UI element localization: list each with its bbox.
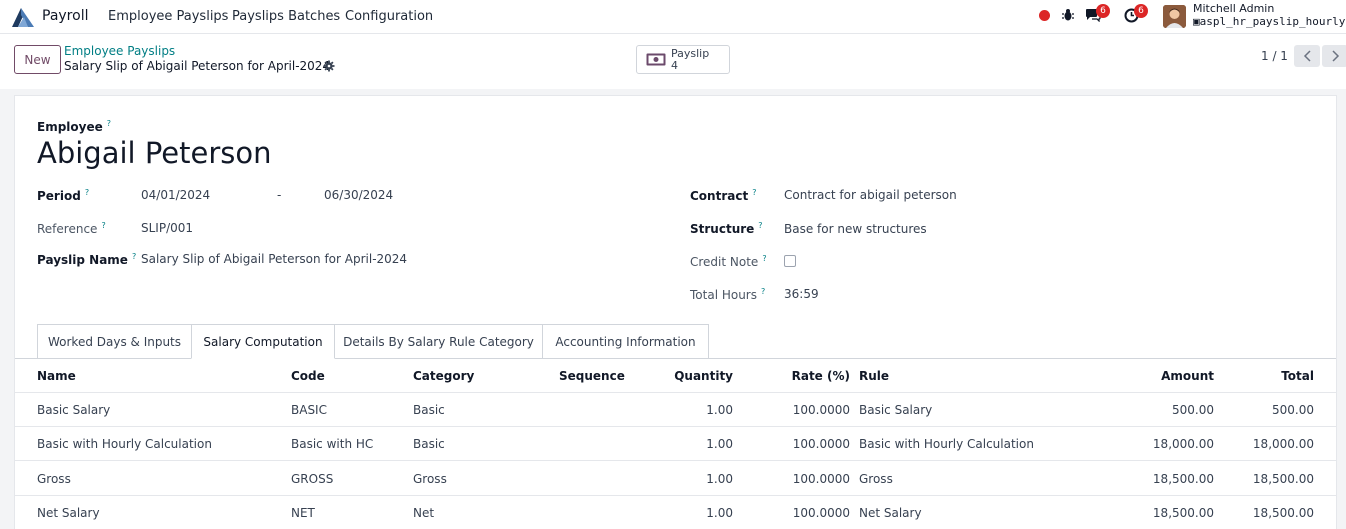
cell-rule: Net Salary [859, 506, 922, 520]
column-header-code[interactable]: Code [291, 369, 325, 383]
database-name: ▣aspl_hr_payslip_hourly [1193, 15, 1346, 28]
employee-label: Employee? [37, 119, 111, 134]
table-row-divider [15, 495, 1336, 496]
cell-rule: Basic with Hourly Calculation [859, 437, 1034, 451]
breadcrumb-employee-payslips[interactable]: Employee Payslips [64, 44, 175, 58]
help-tooltip[interactable]: ? [101, 221, 105, 230]
help-tooltip[interactable]: ? [758, 221, 762, 230]
payslip-smart-button[interactable]: Payslip 4 [636, 45, 730, 74]
user-name[interactable]: Mitchell Admin [1193, 2, 1274, 15]
structure-label: Structure? [690, 221, 763, 236]
column-header-name[interactable]: Name [37, 369, 76, 383]
menu-configuration[interactable]: Configuration [345, 9, 433, 24]
column-header-sequence[interactable]: Sequence [559, 369, 625, 383]
period-separator: - [277, 188, 282, 202]
credit-note-checkbox[interactable] [784, 255, 796, 267]
user-avatar[interactable] [1163, 5, 1186, 28]
structure-field[interactable]: Base for new structures [784, 222, 927, 236]
database-icon: ▣ [1193, 15, 1200, 28]
cell-name: Gross [37, 472, 71, 486]
cell-rate: 100.0000 [792, 437, 850, 451]
new-button[interactable]: New [14, 45, 61, 74]
cell-rule: Basic Salary [859, 403, 933, 417]
help-tooltip[interactable]: ? [752, 188, 756, 197]
pager-previous-button[interactable] [1294, 45, 1320, 67]
help-tooltip[interactable]: ? [761, 287, 765, 296]
cell-category: Net [413, 506, 435, 520]
chevron-right-icon [1331, 50, 1339, 62]
cell-rate: 100.0000 [792, 472, 850, 486]
total-hours-label: Total Hours? [690, 287, 766, 302]
debug-bug-icon[interactable] [1061, 8, 1075, 22]
cell-quantity: 1.00 [706, 437, 733, 451]
reference-label: Reference? [37, 221, 106, 236]
credit-note-label: Credit Note? [690, 254, 767, 269]
pager-value[interactable]: 1 / 1 [1261, 49, 1288, 63]
chevron-left-icon [1303, 50, 1311, 62]
help-tooltip[interactable]: ? [762, 254, 766, 263]
payslip-name-label: Payslip Name? [37, 252, 137, 267]
cell-rule: Gross [859, 472, 893, 486]
contract-field[interactable]: Contract for abigail peterson [784, 188, 957, 202]
payslip-name-field[interactable]: Salary Slip of Abigail Peterson for Apri… [141, 252, 407, 266]
cell-category: Gross [413, 472, 447, 486]
column-header-rule[interactable]: Rule [859, 369, 889, 383]
payroll-app-icon[interactable] [10, 5, 36, 29]
tab-details-by-salary-rule-category[interactable]: Details By Salary Rule Category [334, 324, 543, 359]
tab-worked-days-inputs[interactable]: Worked Days & Inputs [37, 324, 192, 359]
activity-count-badge: 6 [1134, 4, 1148, 18]
cell-total: 18,500.00 [1252, 472, 1314, 486]
column-header-category[interactable]: Category [413, 369, 474, 383]
smart-button-count: 4 [671, 59, 678, 72]
cell-category: Basic [413, 437, 445, 451]
period-date-to[interactable]: 06/30/2024 [324, 188, 393, 202]
tab-salary-computation[interactable]: Salary Computation [191, 324, 335, 359]
table-header-divider [15, 392, 1336, 393]
cell-name: Net Salary [37, 506, 100, 520]
employee-name[interactable]: Abigail Peterson [37, 136, 271, 170]
app-name[interactable]: Payroll [42, 8, 88, 24]
cell-total: 500.00 [1272, 403, 1314, 417]
cell-code: NET [291, 506, 315, 520]
chat-count-badge: 6 [1096, 4, 1110, 18]
help-tooltip[interactable]: ? [132, 252, 136, 261]
table-row-divider [15, 426, 1336, 427]
reference-value: SLIP/001 [141, 221, 194, 235]
contract-label: Contract? [690, 188, 757, 203]
cell-total: 18,000.00 [1252, 437, 1314, 451]
top-navbar: Payroll Employee Payslips Payslips Batch… [0, 0, 1346, 34]
recording-indicator-icon[interactable] [1039, 10, 1050, 21]
gear-icon[interactable] [323, 60, 335, 72]
cell-code: GROSS [291, 472, 334, 486]
period-date-from[interactable]: 04/01/2024 [141, 188, 210, 202]
column-header-quantity[interactable]: Quantity [633, 369, 733, 383]
cell-quantity: 1.00 [706, 403, 733, 417]
menu-payslips-batches[interactable]: Payslips Batches [232, 9, 340, 24]
cell-name: Basic Salary [37, 403, 111, 417]
column-header-rate[interactable]: Rate (%) [750, 369, 850, 383]
tab-accounting-information[interactable]: Accounting Information [542, 324, 709, 359]
cell-total: 18,500.00 [1252, 506, 1314, 520]
cell-category: Basic [413, 403, 445, 417]
money-icon [646, 53, 666, 66]
cell-name: Basic with Hourly Calculation [37, 437, 212, 451]
table-row-divider [15, 460, 1336, 461]
cell-code: BASIC [291, 403, 327, 417]
cell-rate: 100.0000 [792, 506, 850, 520]
period-label: Period? [37, 188, 90, 203]
help-tooltip[interactable]: ? [85, 188, 89, 197]
column-header-total[interactable]: Total [1194, 369, 1314, 383]
menu-employee-payslips[interactable]: Employee Payslips [108, 9, 228, 24]
cell-code: Basic with HC [291, 437, 374, 451]
cell-rate: 100.0000 [792, 403, 850, 417]
total-hours-value: 36:59 [784, 287, 819, 301]
help-tooltip[interactable]: ? [107, 119, 111, 128]
breadcrumb-current-record: Salary Slip of Abigail Peterson for Apri… [64, 59, 331, 73]
cell-quantity: 1.00 [706, 472, 733, 486]
cell-quantity: 1.00 [706, 506, 733, 520]
pager-next-button[interactable] [1322, 45, 1346, 67]
